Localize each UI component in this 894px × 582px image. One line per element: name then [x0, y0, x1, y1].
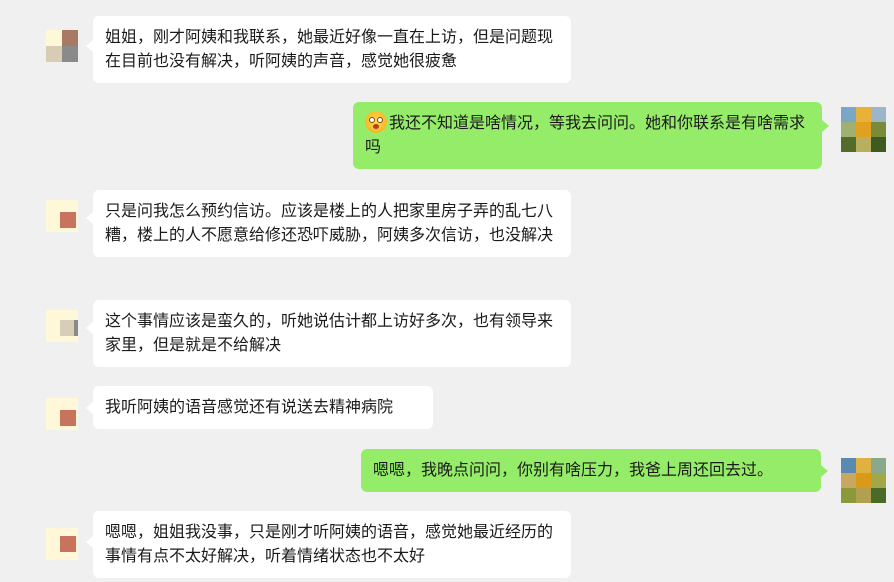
message-bubble[interactable]: 我还不知道是啥情况，等我去问问。她和你联系是有啥需求吗 [353, 102, 822, 169]
bubble-tail [86, 402, 93, 414]
contact-avatar[interactable] [46, 398, 78, 430]
my-avatar[interactable] [841, 107, 886, 152]
message-bubble[interactable]: 姐姐，刚才阿姨和我联系，她最近好像一直在上访，但是问题现在目前也没有解决，听阿姨… [93, 16, 571, 83]
shocked-face-emoji-icon [365, 111, 387, 133]
contact-avatar[interactable] [46, 200, 78, 232]
message-bubble[interactable]: 只是问我怎么预约信访。应该是楼上的人把家里房子弄的乱七八糟，楼上的人不愿意给修还… [93, 190, 571, 257]
message-bubble[interactable]: 嗯嗯，我晚点问问，你别有啥压力，我爸上周还回去过。 [361, 449, 821, 492]
message-bubble[interactable]: 这个事情应该是蛮久的，听她说估计都上访好多次，也有领导来家里，但是就是不给解决 [93, 300, 571, 367]
contact-avatar[interactable] [46, 30, 78, 62]
message-text: 这个事情应该是蛮久的，听她说估计都上访好多次，也有领导来家里，但是就是不给解决 [105, 311, 554, 354]
message-text: 姐姐，刚才阿姨和我联系，她最近好像一直在上访，但是问题现在目前也没有解决，听阿姨… [105, 27, 554, 70]
bubble-tail [86, 212, 93, 224]
bubble-tail [821, 465, 828, 477]
bubble-tail [86, 536, 93, 548]
my-avatar[interactable] [841, 458, 886, 503]
bubble-tail [822, 120, 829, 132]
message-bubble[interactable]: 我听阿姨的语音感觉还有说送去精神病院 [93, 386, 433, 429]
contact-avatar[interactable] [46, 310, 78, 342]
message-text: 嗯嗯，姐姐我没事，只是刚才听阿姨的语音，感觉她最近经历的事情有点不太好解决，听着… [105, 522, 554, 565]
message-text: 我还不知道是啥情况，等我去问问。她和你联系是有啥需求吗 [365, 113, 806, 156]
bubble-tail [86, 322, 93, 334]
message-text: 只是问我怎么预约信访。应该是楼上的人把家里房子弄的乱七八糟，楼上的人不愿意给修还… [105, 201, 554, 244]
message-text: 我听阿姨的语音感觉还有说送去精神病院 [105, 397, 394, 416]
contact-avatar[interactable] [46, 528, 78, 560]
bubble-tail [86, 40, 93, 52]
message-text: 嗯嗯，我晚点问问，你别有啥压力，我爸上周还回去过。 [373, 460, 774, 479]
message-bubble[interactable]: 嗯嗯，姐姐我没事，只是刚才听阿姨的语音，感觉她最近经历的事情有点不太好解决，听着… [93, 511, 571, 578]
